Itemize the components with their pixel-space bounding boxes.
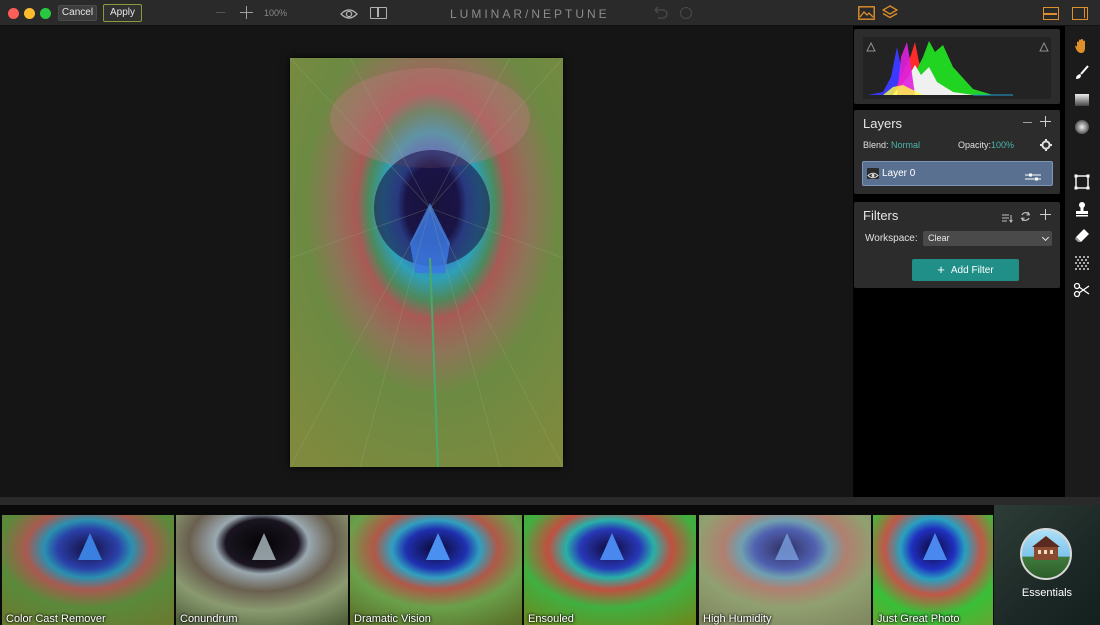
eraser-icon[interactable] (1073, 227, 1091, 245)
preset-thumbnail[interactable]: Ensouled (524, 515, 696, 625)
image-view-icon[interactable] (858, 6, 875, 20)
window-minimize-button[interactable] (24, 8, 35, 19)
add-layer-icon[interactable] (1040, 116, 1051, 127)
blend-label: Blend: (863, 140, 889, 150)
remove-layer-icon[interactable] (1023, 122, 1032, 123)
preset-label: Color Cast Remover (6, 613, 106, 625)
opacity-control[interactable]: Opacity:100% (958, 140, 1014, 150)
window-close-button[interactable] (8, 8, 19, 19)
preset-thumbnail[interactable]: High Humidity (699, 515, 871, 625)
preset-thumbnail[interactable]: Conundrum (176, 515, 348, 625)
image-canvas[interactable] (0, 26, 853, 497)
top-toolbar: Cancel Apply 100% LUMINAR/NEPTUNE (0, 0, 1100, 26)
preview-eye-icon[interactable] (340, 7, 358, 19)
layers-title: Layers (863, 116, 903, 131)
histogram-panel (854, 29, 1060, 104)
histogram (863, 37, 1051, 99)
preset-label: Just Great Photo (877, 613, 960, 625)
layers-view-icon[interactable] (881, 5, 899, 21)
essentials-label: Essentials (1021, 587, 1073, 599)
noise-icon[interactable] (1073, 254, 1091, 272)
zoom-level[interactable]: 100% (264, 8, 287, 18)
tool-strip (1065, 26, 1100, 497)
chevron-down-icon (1041, 233, 1050, 242)
essentials-category-image (1020, 528, 1072, 580)
compare-split-icon[interactable] (370, 7, 387, 19)
add-filter-icon[interactable] (1040, 209, 1051, 220)
plus-icon: + (937, 262, 945, 277)
filters-panel: Filters Workspace: Clear + Add Filter (854, 202, 1060, 288)
peacock-feather-photo[interactable] (290, 58, 563, 467)
side-panel-toggle-icon[interactable] (1072, 7, 1088, 20)
preset-category-essentials[interactable]: Essentials (994, 505, 1100, 625)
workspace-label: Workspace: (865, 233, 918, 244)
workspace-value: Clear (928, 233, 950, 243)
preset-label: Conundrum (180, 613, 238, 625)
opacity-value[interactable]: 100% (991, 140, 1014, 150)
preset-label: High Humidity (703, 613, 772, 625)
zoom-in-icon[interactable] (240, 6, 253, 19)
right-panel: Layers Blend: Normal Opacity:100% Layer … (853, 26, 1065, 497)
scissors-icon[interactable] (1073, 281, 1091, 299)
presets-filmstrip: Color Cast Remover Conundrum Dramatic Vi… (0, 497, 1100, 625)
zoom-out-icon[interactable] (216, 12, 225, 13)
app-title: LUMINAR/NEPTUNE (450, 7, 610, 21)
brush-icon[interactable] (1073, 64, 1091, 82)
highlight-clipping-warning-icon[interactable] (1039, 39, 1049, 52)
sort-filters-icon[interactable] (1002, 210, 1013, 223)
gear-icon[interactable] (1040, 138, 1052, 151)
layer-name: Layer 0 (882, 168, 916, 179)
workspace-select[interactable]: Clear (923, 231, 1052, 246)
radial-icon[interactable] (1073, 118, 1091, 136)
luminar-window: Cancel Apply 100% LUMINAR/NEPTUNE Layers… (0, 0, 1100, 625)
preset-thumbnail[interactable]: Dramatic Vision (350, 515, 522, 625)
preset-label: Ensouled (528, 613, 574, 625)
layer-properties-icon[interactable] (1025, 169, 1041, 181)
blend-mode[interactable]: Blend: Normal (863, 140, 920, 150)
reset-filters-icon[interactable] (1020, 209, 1031, 222)
layer-item[interactable]: Layer 0 (862, 161, 1053, 186)
blend-value[interactable]: Normal (891, 140, 920, 150)
preset-thumbnail[interactable]: Just Great Photo (873, 515, 993, 625)
layout-toggle-icon[interactable] (1043, 7, 1059, 20)
preset-thumbnail[interactable]: Color Cast Remover (2, 515, 174, 625)
gradient-icon[interactable] (1073, 91, 1091, 109)
stamp-icon[interactable] (1073, 200, 1091, 218)
undo-icon[interactable] (652, 6, 668, 20)
opacity-label: Opacity: (958, 140, 992, 150)
layer-visibility-eye-icon[interactable] (867, 168, 879, 179)
filters-title: Filters (863, 208, 899, 223)
add-filter-label: Add Filter (950, 265, 994, 276)
add-filter-button[interactable]: + Add Filter (912, 259, 1019, 281)
layers-panel: Layers Blend: Normal Opacity:100% Layer … (854, 110, 1060, 194)
window-maximize-button[interactable] (40, 8, 51, 19)
shadow-clipping-warning-icon[interactable] (866, 39, 876, 52)
apply-button[interactable]: Apply (103, 4, 142, 22)
crop-icon[interactable] (1073, 173, 1091, 191)
cancel-button[interactable]: Cancel (58, 5, 97, 21)
history-check-icon[interactable] (680, 7, 692, 19)
preset-label: Dramatic Vision (354, 613, 431, 625)
hand-icon[interactable] (1073, 37, 1091, 55)
